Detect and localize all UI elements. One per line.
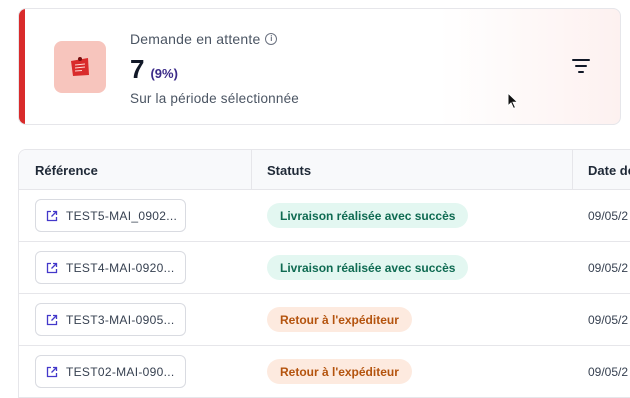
kpi-value-row: 7 (9%) <box>130 54 178 85</box>
filter-icon-line-2 <box>575 65 587 67</box>
kpi-percent: (9%) <box>150 66 178 81</box>
reference-link[interactable]: TEST5-MAI_0902... <box>35 199 186 232</box>
reference-text: TEST02-MAI-090... <box>66 364 175 379</box>
status-badge: Livraison réalisée avec succès <box>267 255 469 280</box>
column-header-date[interactable]: Date de <box>572 150 630 190</box>
column-header-reference[interactable]: Référence <box>19 150 98 190</box>
table-row[interactable]: TEST5-MAI_0902... Livraison réalisée ave… <box>19 190 630 242</box>
page: Demande en attente i 7 (9%) Sur la pério… <box>0 0 630 398</box>
external-link-icon <box>46 366 58 377</box>
reference-text: TEST4-MAI-0920... <box>66 260 175 275</box>
filter-button[interactable] <box>567 57 595 77</box>
column-header-status[interactable]: Statuts <box>251 150 311 190</box>
filter-icon-line-1 <box>572 59 590 61</box>
status-badge: Retour à l'expéditeur <box>267 359 412 384</box>
reference-link[interactable]: TEST4-MAI-0920... <box>35 251 186 284</box>
orders-table: Référence Statuts Date de TEST5-MAI_0902… <box>18 149 630 398</box>
pending-requests-card: Demande en attente i 7 (9%) Sur la pério… <box>18 8 621 125</box>
info-icon[interactable]: i <box>265 33 278 45</box>
date-cell: 09/05/2 <box>588 365 629 379</box>
status-badge: Retour à l'expéditeur <box>267 307 412 332</box>
date-cell: 09/05/2 <box>588 313 629 327</box>
table-row[interactable]: TEST02-MAI-090... Retour à l'expéditeur … <box>19 346 630 398</box>
kpi-label-text: Demande en attente <box>130 31 261 47</box>
status-badge: Livraison réalisée avec succès <box>267 203 469 228</box>
date-cell: 09/05/2 <box>588 261 629 275</box>
table-row[interactable]: TEST4-MAI-0920... Livraison réalisée ave… <box>19 242 630 294</box>
table-header: Référence Statuts Date de <box>19 150 630 190</box>
card-accent-bar <box>19 9 25 124</box>
reference-text: TEST3-MAI-0905... <box>66 312 175 327</box>
reference-text: TEST5-MAI_0902... <box>66 208 178 223</box>
kpi-value: 7 <box>130 54 145 84</box>
kpi-subtitle: Sur la période sélectionnée <box>130 91 300 106</box>
reference-link[interactable]: TEST02-MAI-090... <box>35 355 186 388</box>
pinned-note-icon <box>71 57 89 76</box>
reference-link[interactable]: TEST3-MAI-0905... <box>35 303 186 336</box>
filter-icon-line-3 <box>578 71 584 73</box>
date-cell: 09/05/2 <box>588 209 629 223</box>
kpi-icon-box <box>54 41 106 93</box>
mouse-cursor-icon <box>507 92 519 110</box>
external-link-icon <box>46 210 58 221</box>
external-link-icon <box>46 262 58 273</box>
external-link-icon <box>46 314 58 325</box>
table-row[interactable]: TEST3-MAI-0905... Retour à l'expéditeur … <box>19 294 630 346</box>
kpi-label: Demande en attente i <box>130 31 278 47</box>
